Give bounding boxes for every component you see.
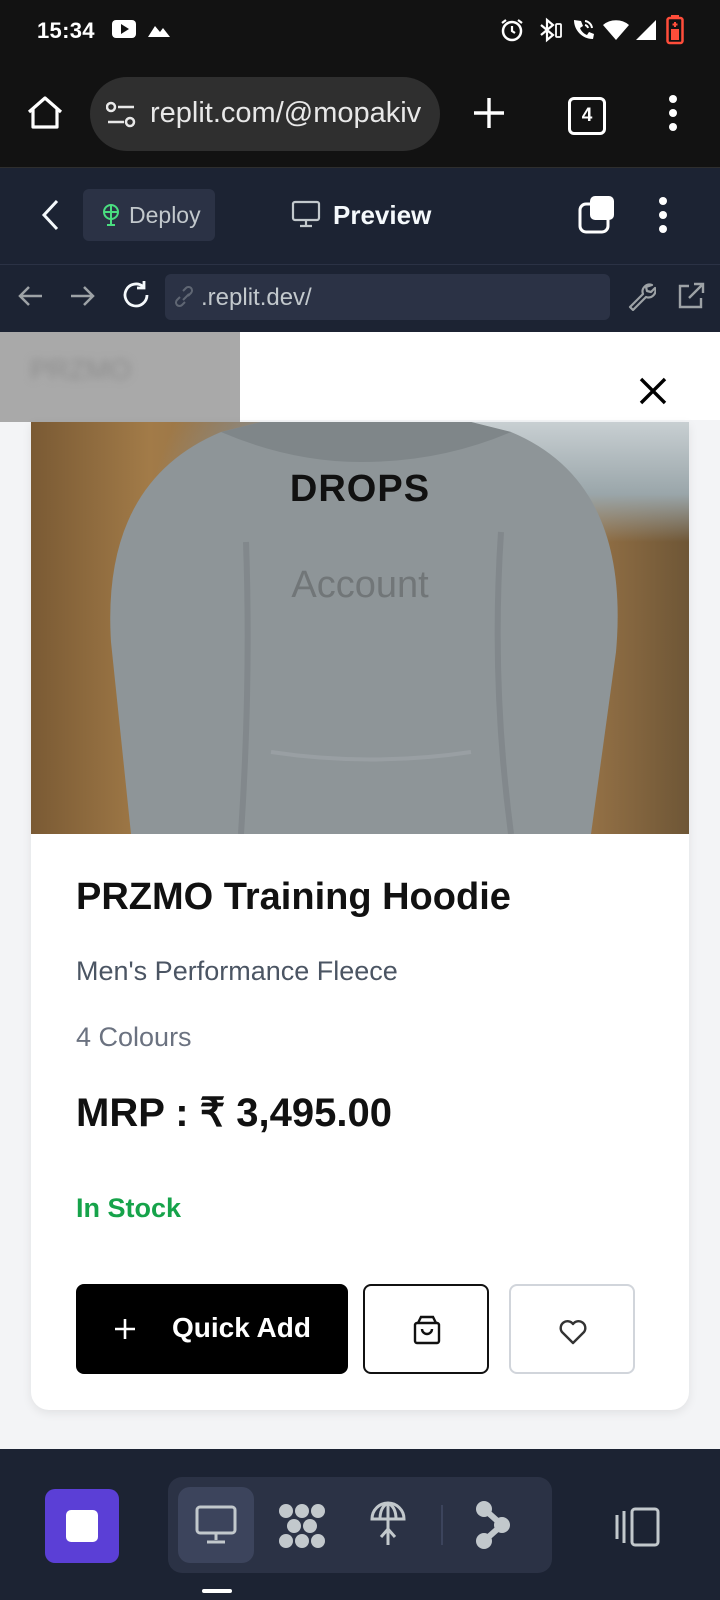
- wifi-icon: [602, 18, 630, 42]
- home-icon[interactable]: [26, 94, 64, 132]
- deploy-label: Deploy: [129, 202, 201, 228]
- blurred-logo-area: PRZMO: [0, 332, 240, 422]
- agent-icon: [279, 1504, 325, 1548]
- reload-icon[interactable]: [120, 279, 152, 311]
- tabs-icon[interactable]: 4: [568, 97, 606, 135]
- tab-deployments[interactable]: [368, 1501, 408, 1547]
- product-price: MRP : ₹ 3,495.00: [76, 1091, 392, 1135]
- product-image[interactable]: DROPS Account: [31, 422, 689, 834]
- deploy-icon: [99, 203, 123, 227]
- git-icon: [476, 1501, 510, 1549]
- arrow-right-icon[interactable]: [69, 282, 97, 310]
- product-subtitle: Men's Performance Fleece: [76, 956, 398, 986]
- preview-tab-label[interactable]: Preview: [333, 200, 431, 231]
- close-icon[interactable]: [638, 376, 668, 406]
- wifi-calling-icon: [570, 17, 596, 43]
- shopping-bag-icon: [413, 1315, 441, 1345]
- workspace-tabs: [168, 1477, 552, 1573]
- youtube-icon: [112, 20, 136, 38]
- alarm-icon: [500, 18, 524, 42]
- webview-address-bar[interactable]: .replit.dev/: [165, 274, 610, 320]
- battery-icon: [666, 15, 684, 45]
- arrow-left-icon[interactable]: [16, 282, 44, 310]
- quick-add-button[interactable]: Quick Add: [76, 1284, 348, 1374]
- plus-icon: [113, 1317, 137, 1341]
- deploy-globe-icon: [370, 1501, 406, 1545]
- nav-divider: [441, 1505, 443, 1545]
- url-bar[interactable]: replit.com/@mopakiv: [90, 77, 440, 151]
- stop-button[interactable]: [45, 1489, 119, 1563]
- split-view-icon[interactable]: [614, 1507, 662, 1547]
- tab-agent[interactable]: [278, 1503, 326, 1549]
- deploy-button[interactable]: Deploy: [83, 189, 215, 241]
- blurred-logo-text: PRZMO: [30, 354, 132, 385]
- status-time: 15:34: [37, 18, 95, 43]
- new-tab-icon[interactable]: [472, 96, 506, 130]
- webview-address-text: .replit.dev/: [201, 284, 312, 311]
- replit-bottom-nav: [0, 1449, 720, 1600]
- webview-toolbar: .replit.dev/: [0, 265, 720, 331]
- home-indicator: [202, 1589, 232, 1593]
- menu-icon[interactable]: [668, 94, 678, 132]
- webpage-content: PRZMO DROPS Account PRZMO Training Hoodi…: [0, 332, 720, 1449]
- site-info-icon[interactable]: [106, 101, 136, 129]
- url-text: replit.com/@mopakiv: [150, 97, 422, 129]
- open-external-icon[interactable]: [676, 281, 706, 311]
- stop-icon: [66, 1510, 98, 1542]
- tab-git[interactable]: [474, 1501, 514, 1549]
- wrench-icon[interactable]: [626, 281, 656, 311]
- bluetooth-icon: [536, 17, 562, 43]
- product-card[interactable]: DROPS Account PRZMO Training Hoodie Men'…: [31, 422, 689, 1410]
- monitor-icon: [291, 199, 321, 229]
- signal-icon: [634, 18, 658, 42]
- overlay-account-link[interactable]: Account: [31, 564, 689, 607]
- back-chevron-icon[interactable]: [40, 198, 62, 232]
- product-title: PRZMO Training Hoodie: [76, 876, 511, 918]
- quick-add-label: Quick Add: [172, 1312, 311, 1343]
- product-colours: 4 Colours: [76, 1022, 192, 1052]
- monitor-icon: [195, 1505, 237, 1545]
- panels-icon[interactable]: [578, 196, 616, 234]
- tab-preview[interactable]: [178, 1487, 254, 1563]
- heart-icon: [558, 1317, 588, 1345]
- add-to-bag-button[interactable]: [363, 1284, 489, 1374]
- stock-status: In Stock: [76, 1193, 182, 1223]
- link-icon: [173, 286, 197, 308]
- wishlist-button[interactable]: [509, 1284, 635, 1374]
- overlay-title: DROPS: [289, 468, 431, 510]
- more-options-icon[interactable]: [658, 196, 668, 234]
- photos-icon: [148, 23, 170, 37]
- replit-header: Deploy Preview: [0, 168, 720, 265]
- status-bar: 15:34: [0, 0, 720, 62]
- browser-toolbar: replit.com/@mopakiv 4: [0, 62, 720, 169]
